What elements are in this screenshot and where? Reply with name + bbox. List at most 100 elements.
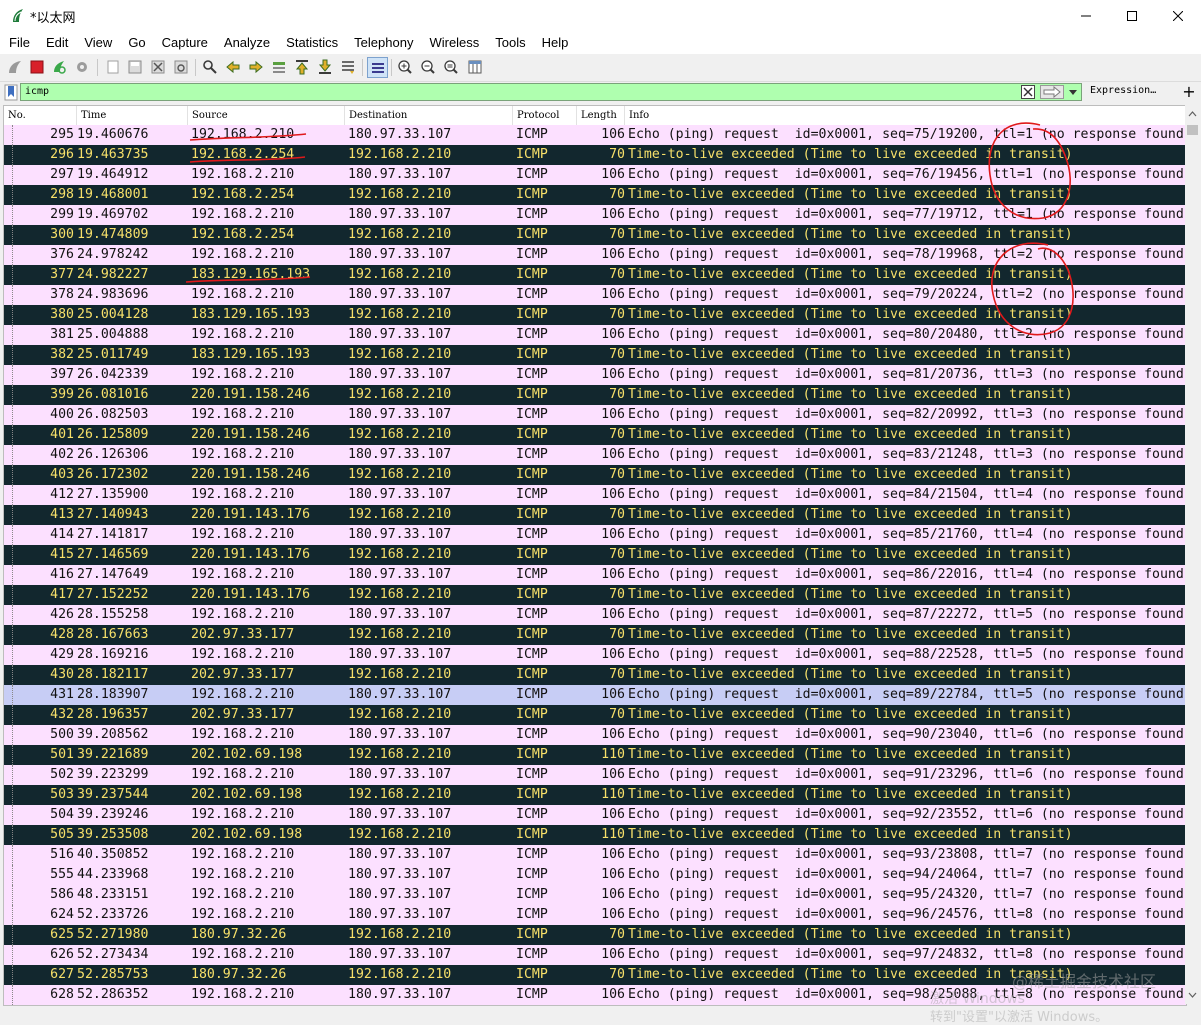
restart-capture-button[interactable] <box>50 58 68 76</box>
packet-row[interactable]: 381 25.004888 192.168.2.210 180.97.33.107 IC… <box>4 325 1186 345</box>
packet-destination-cell: 192.168.2.210 <box>348 147 452 162</box>
menu-wireless[interactable]: Wireless <box>421 32 487 54</box>
toolbar-separator <box>391 59 392 76</box>
packet-row[interactable]: 399 26.081016 220.191.158.246 192.168.2.210… <box>4 385 1186 405</box>
packet-row[interactable]: 397 26.042339 192.168.2.210 180.97.33.107 IC… <box>4 365 1186 385</box>
packet-row[interactable]: 300 19.474809 192.168.2.254 192.168.2.210 IC… <box>4 225 1186 245</box>
menu-statistics[interactable]: Statistics <box>278 32 346 54</box>
menu-edit[interactable]: Edit <box>38 32 76 54</box>
go-to-packet-button[interactable] <box>270 58 288 76</box>
packet-row[interactable]: 625 52.271980 180.97.32.26 192.168.2.210 ICM… <box>4 925 1186 945</box>
minimize-button[interactable] <box>1063 0 1109 32</box>
packet-row[interactable]: 431 28.183907 192.168.2.210 180.97.33.107 IC… <box>4 685 1186 705</box>
packet-row[interactable]: 516 40.350852 192.168.2.210 180.97.33.107 IC… <box>4 845 1186 865</box>
go-forward-button[interactable] <box>247 58 265 76</box>
packet-row[interactable]: 555 44.233968 192.168.2.210 180.97.33.107 IC… <box>4 865 1186 885</box>
packet-row[interactable]: 298 19.468001 192.168.2.254 192.168.2.210 IC… <box>4 185 1186 205</box>
packet-info-cell: Echo (ping) request id=0x0001, seq=80/20… <box>628 327 1184 342</box>
packet-row[interactable]: 400 26.082503 192.168.2.210 180.97.33.107 IC… <box>4 405 1186 425</box>
packet-row[interactable]: 586 48.233151 192.168.2.210 180.97.33.107 IC… <box>4 885 1186 905</box>
packet-time-cell: 27.135900 <box>77 487 149 502</box>
zoom-normal-button[interactable] <box>442 58 460 76</box>
packet-row[interactable]: 430 28.182117 202.97.33.177 192.168.2.210 IC… <box>4 665 1186 685</box>
packet-row[interactable]: 415 27.146569 220.191.143.176 192.168.2.210… <box>4 545 1186 565</box>
scroll-up-icon[interactable] <box>1185 107 1200 122</box>
scrollbar-thumb[interactable] <box>1187 125 1198 135</box>
menu-telephony[interactable]: Telephony <box>346 32 421 54</box>
menu-capture[interactable]: Capture <box>154 32 216 54</box>
column-header-no[interactable]: No. <box>4 106 77 125</box>
packet-row[interactable]: 627 52.285753 180.97.32.26 192.168.2.210 ICM… <box>4 965 1186 985</box>
packet-row[interactable]: 403 26.172302 220.191.158.246 192.168.2.210… <box>4 465 1186 485</box>
packet-row[interactable]: 377 24.982227 183.129.165.193 192.168.2.210… <box>4 265 1186 285</box>
packet-row[interactable]: 297 19.464912 192.168.2.210 180.97.33.107 IC… <box>4 165 1186 185</box>
chevron-down-icon[interactable] <box>1067 85 1079 99</box>
packet-row[interactable]: 501 39.221689 202.102.69.198 192.168.2.210 I… <box>4 745 1186 765</box>
reload-file-button[interactable] <box>172 58 190 76</box>
column-header-length[interactable]: Length <box>577 106 625 125</box>
menu-help[interactable]: Help <box>534 32 577 54</box>
start-capture-button[interactable] <box>6 58 24 76</box>
menu-view[interactable]: View <box>76 32 120 54</box>
save-file-button[interactable] <box>126 58 144 76</box>
packet-row[interactable]: 416 27.147649 192.168.2.210 180.97.33.107 IC… <box>4 565 1186 585</box>
capture-options-button[interactable] <box>73 58 91 76</box>
packet-row[interactable]: 296 19.463735 192.168.2.254 192.168.2.210 IC… <box>4 145 1186 165</box>
apply-filter-button[interactable] <box>1040 85 1064 99</box>
open-file-button[interactable] <box>104 58 122 76</box>
packet-row[interactable]: 626 52.273434 192.168.2.210 180.97.33.107 IC… <box>4 945 1186 965</box>
column-header-info[interactable]: Info <box>625 106 1186 125</box>
go-back-button[interactable] <box>224 58 242 76</box>
packet-row[interactable]: 378 24.983696 192.168.2.210 180.97.33.107 IC… <box>4 285 1186 305</box>
packet-row[interactable]: 505 39.253508 202.102.69.198 192.168.2.210 I… <box>4 825 1186 845</box>
bookmark-icon[interactable] <box>4 84 18 101</box>
packet-row[interactable]: 299 19.469702 192.168.2.210 180.97.33.107 IC… <box>4 205 1186 225</box>
display-filter-input[interactable]: icmp <box>20 83 1082 101</box>
menu-analyze[interactable]: Analyze <box>216 32 278 54</box>
scroll-down-icon[interactable] <box>1185 987 1200 1002</box>
maximize-button[interactable] <box>1109 0 1155 32</box>
packet-row[interactable]: 413 27.140943 220.191.143.176 192.168.2.210… <box>4 505 1186 525</box>
packet-row[interactable]: 402 26.126306 192.168.2.210 180.97.33.107 IC… <box>4 445 1186 465</box>
resize-columns-button[interactable] <box>466 58 484 76</box>
packet-row[interactable]: 380 25.004128 183.129.165.193 192.168.2.210… <box>4 305 1186 325</box>
menu-tools[interactable]: Tools <box>487 32 533 54</box>
packet-row[interactable]: 500 39.208562 192.168.2.210 180.97.33.107 IC… <box>4 725 1186 745</box>
close-file-button[interactable] <box>149 58 167 76</box>
add-filter-button[interactable]: + <box>1180 82 1198 103</box>
packet-row[interactable]: 428 28.167663 202.97.33.177 192.168.2.210 IC… <box>4 625 1186 645</box>
expression-button[interactable]: Expression… <box>1090 85 1156 96</box>
column-header-destination[interactable]: Destination <box>345 106 513 125</box>
packet-row[interactable]: 426 28.155258 192.168.2.210 180.97.33.107 IC… <box>4 605 1186 625</box>
zoom-out-button[interactable] <box>419 58 437 76</box>
packet-row[interactable]: 295 19.460676 192.168.2.210 180.97.33.107 IC… <box>4 125 1186 145</box>
packet-row[interactable]: 382 25.011749 183.129.165.193 192.168.2.210… <box>4 345 1186 365</box>
packet-row[interactable]: 503 39.237544 202.102.69.198 192.168.2.210 I… <box>4 785 1186 805</box>
packet-row[interactable]: 417 27.152252 220.191.143.176 192.168.2.210… <box>4 585 1186 605</box>
packet-row[interactable]: 432 28.196357 202.97.33.177 192.168.2.210 IC… <box>4 705 1186 725</box>
clear-filter-button[interactable] <box>1021 85 1035 99</box>
menu-go[interactable]: Go <box>120 32 153 54</box>
packet-row[interactable]: 412 27.135900 192.168.2.210 180.97.33.107 IC… <box>4 485 1186 505</box>
autoscroll-button[interactable] <box>339 58 357 76</box>
packet-source-cell: 192.168.2.210 <box>191 687 295 702</box>
packet-row[interactable]: 502 39.223299 192.168.2.210 180.97.33.107 IC… <box>4 765 1186 785</box>
packet-row[interactable]: 429 28.169216 192.168.2.210 180.97.33.107 IC… <box>4 645 1186 665</box>
menu-file[interactable]: File <box>0 32 38 54</box>
column-header-protocol[interactable]: Protocol <box>513 106 577 125</box>
colorize-button[interactable] <box>367 57 388 78</box>
packet-list-scrollbar[interactable] <box>1185 105 1200 1004</box>
zoom-in-button[interactable] <box>396 58 414 76</box>
column-header-time[interactable]: Time <box>77 106 188 125</box>
packet-row[interactable]: 624 52.233726 192.168.2.210 180.97.33.107 IC… <box>4 905 1186 925</box>
packet-row[interactable]: 504 39.239246 192.168.2.210 180.97.33.107 IC… <box>4 805 1186 825</box>
column-header-source[interactable]: Source <box>188 106 345 125</box>
first-packet-button[interactable] <box>293 58 311 76</box>
packet-row[interactable]: 376 24.978242 192.168.2.210 180.97.33.107 IC… <box>4 245 1186 265</box>
close-button[interactable] <box>1155 0 1201 32</box>
packet-row[interactable]: 414 27.141817 192.168.2.210 180.97.33.107 IC… <box>4 525 1186 545</box>
stop-capture-button[interactable] <box>28 58 46 76</box>
packet-row[interactable]: 401 26.125809 220.191.158.246 192.168.2.210… <box>4 425 1186 445</box>
find-packet-button[interactable] <box>201 58 219 76</box>
last-packet-button[interactable] <box>316 58 334 76</box>
